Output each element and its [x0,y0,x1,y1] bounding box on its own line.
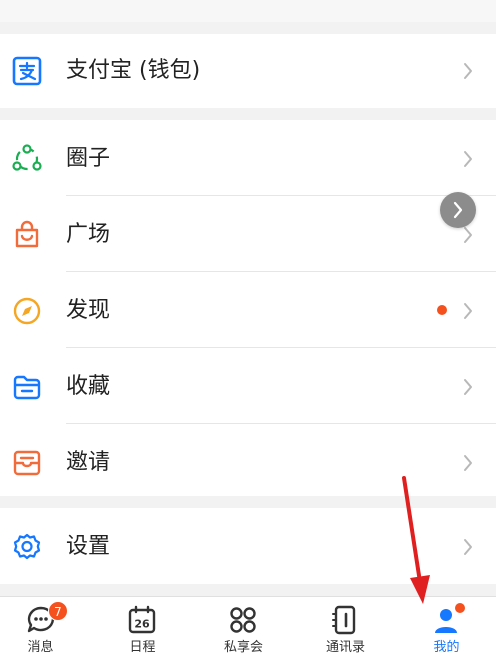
tab-label: 消息 [27,640,54,655]
menu-item-square[interactable]: 广场 [0,196,496,272]
menu-item-discover[interactable]: 发现 [0,272,496,348]
chevron-right-icon [464,63,472,79]
chevron-right-icon [453,201,463,219]
menu-item-label: 广场 [66,222,111,247]
chevron-right-icon [464,303,472,319]
alipay-icon [12,56,42,86]
tab-label: 我的 [433,640,460,655]
menu-item-label: 圈子 [66,146,111,171]
chevron-right-icon [464,227,472,243]
tab-messages[interactable]: 7 消息 [0,597,99,660]
menu-item-invite[interactable]: 邀请 [0,424,496,500]
contacts-icon [332,605,356,635]
tab-label: 私享会 [223,640,263,655]
chevron-right-icon [464,151,472,167]
tab-label: 日程 [129,640,156,655]
menu-item-label: 发现 [66,298,111,323]
menu-item-label: 支付宝 (钱包) [66,58,201,83]
profile-screen: 支付宝 (钱包) 圈子 广场 发现 收藏 邀请 设置 7 消息 26 日程 私享… [0,0,496,660]
menu-item-label: 收藏 [66,374,111,399]
new-indicator-dot [437,305,447,315]
main-menu-section: 圈子 广场 发现 收藏 邀请 [0,120,496,496]
calendar-day: 26 [134,618,150,631]
invite-envelope-icon [13,450,41,476]
menu-item-alipay[interactable]: 支付宝 (钱包) [0,34,496,108]
bottom-tab-bar: 7 消息 26 日程 私享会 通讯录 我的 [0,596,496,660]
menu-item-label: 邀请 [66,450,111,475]
menu-item-settings[interactable]: 设置 [0,508,496,584]
circle-group-icon [12,144,42,171]
menu-item-circle[interactable]: 圈子 [0,120,496,196]
tab-label: 通讯录 [325,640,365,655]
folder-icon [13,375,41,400]
compass-icon [13,297,41,325]
menu-item-label: 设置 [66,534,111,559]
chevron-right-icon [464,379,472,395]
chevron-right-icon [464,455,472,471]
unread-badge: 7 [48,601,68,621]
calendar-icon: 26 [128,605,156,634]
grid-icon [230,607,256,633]
tab-contacts[interactable]: 通讯录 [296,597,395,660]
floating-assistive-button[interactable] [440,192,476,228]
settings-section: 设置 [0,508,496,584]
alipay-section: 支付宝 (钱包) [0,34,496,108]
tab-profile[interactable]: 我的 [397,597,496,660]
menu-item-favorites[interactable]: 收藏 [0,348,496,424]
tab-private-club[interactable]: 私享会 [194,597,293,660]
shopping-bag-icon [15,220,39,248]
chevron-right-icon [464,539,472,555]
notification-dot [455,603,465,613]
gear-icon [13,533,41,560]
top-section-edge [0,0,496,22]
tab-schedule[interactable]: 26 日程 [93,597,192,660]
